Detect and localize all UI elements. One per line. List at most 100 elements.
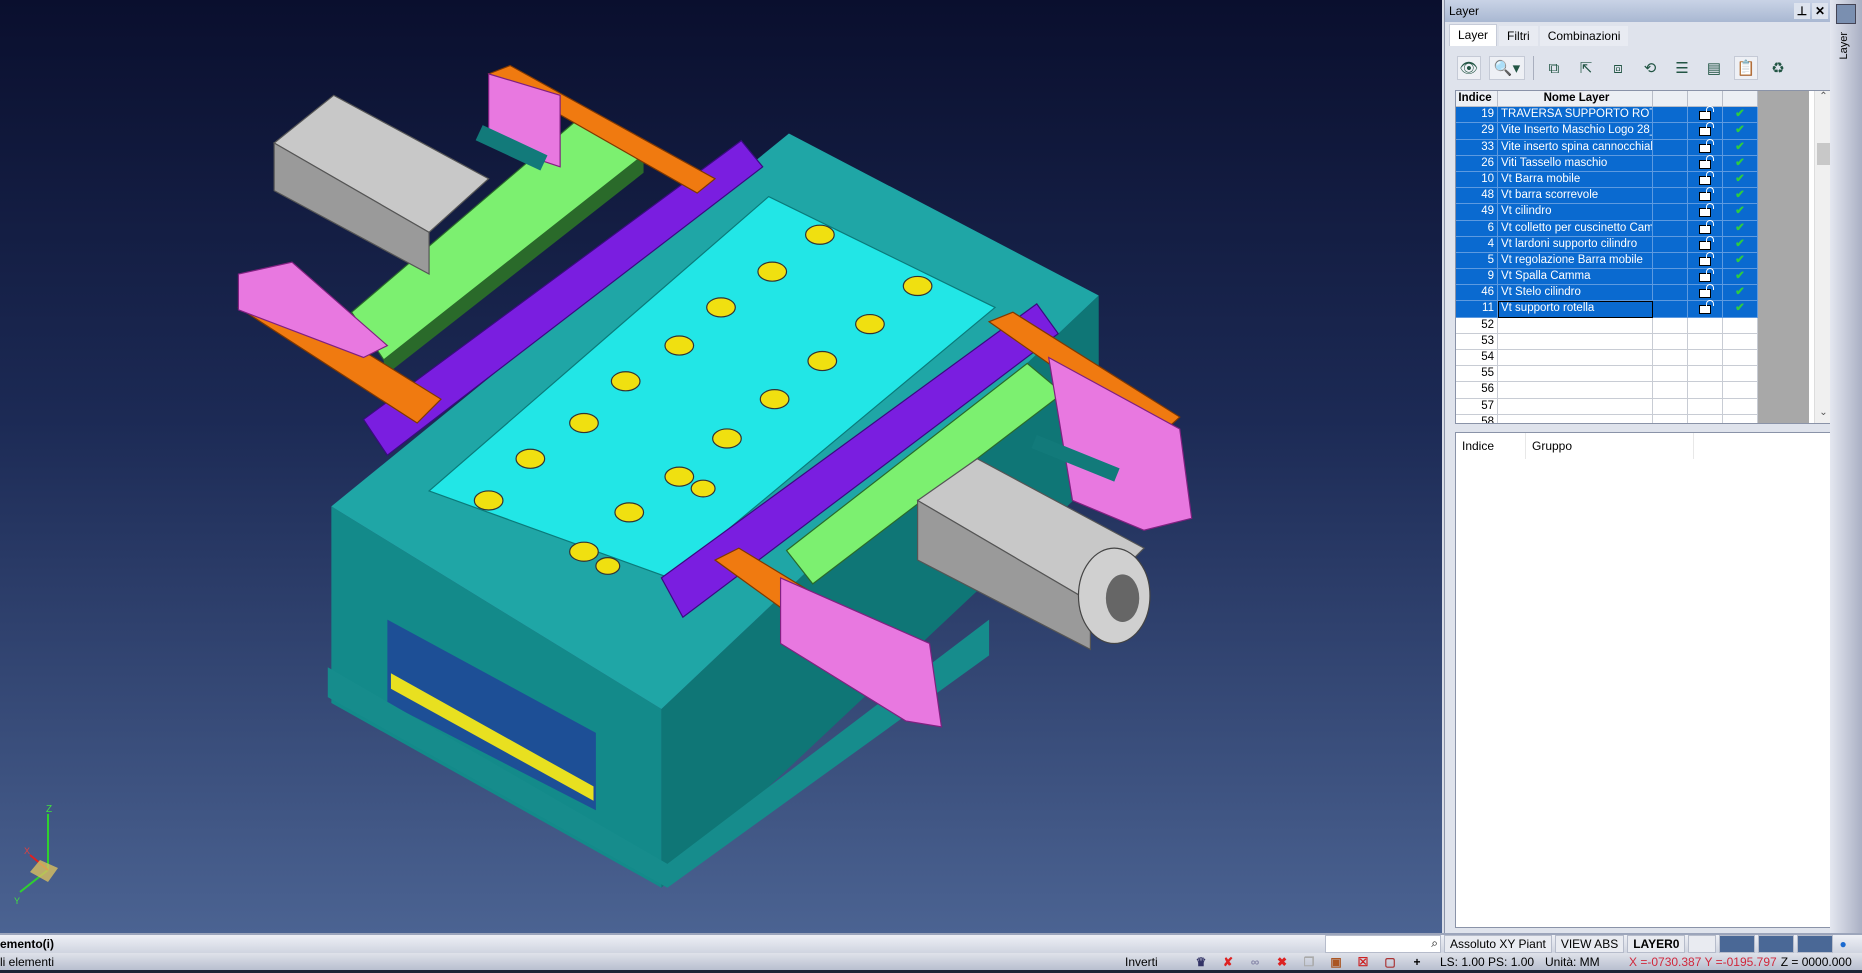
table-row[interactable]: 10 Vt Barra mobile ✔	[1456, 170, 1832, 189]
groups-header-gruppo[interactable]: Gruppo	[1526, 433, 1694, 459]
select-layer-icon[interactable]: ⧉	[1542, 56, 1566, 80]
layer-index[interactable]: 9	[1456, 269, 1498, 286]
unlock-icon[interactable]	[1699, 284, 1714, 299]
visible-check-icon[interactable]: ✔	[1735, 173, 1745, 185]
layer-col3[interactable]	[1653, 414, 1688, 423]
crown-select-icon[interactable]: ♛	[1190, 955, 1212, 969]
copy-icon[interactable]: ❐	[1298, 955, 1320, 969]
layer-col3[interactable]	[1653, 333, 1688, 350]
table-row[interactable]: 19 TRAVERSA SUPPORTO ROT ✔	[1456, 106, 1832, 124]
layer-index[interactable]: 10	[1456, 171, 1498, 189]
layer-col3[interactable]	[1653, 155, 1688, 172]
eye-icon[interactable]: 👁	[1457, 56, 1481, 80]
layer-visible[interactable]	[1723, 333, 1758, 350]
table-row[interactable]: 26 Viti Tassello maschio ✔	[1456, 154, 1832, 172]
layer-col3[interactable]	[1653, 350, 1688, 367]
layer-lock[interactable]	[1688, 333, 1723, 350]
tab-combinazioni[interactable]: Combinazioni	[1539, 26, 1629, 46]
layer-col3[interactable]	[1653, 220, 1688, 237]
unlock-icon[interactable]	[1699, 106, 1714, 121]
remove-box-icon[interactable]: ☒	[1352, 955, 1374, 969]
layer-col3[interactable]	[1653, 269, 1688, 286]
layer-lock[interactable]	[1688, 122, 1723, 140]
layer-name[interactable]	[1498, 382, 1653, 399]
unlock-icon[interactable]	[1699, 268, 1714, 283]
status-color-box-1[interactable]	[1719, 935, 1756, 953]
layer-name[interactable]: Vt Spalla Camma	[1498, 269, 1653, 286]
layer-name[interactable]: Vt cilindro	[1498, 204, 1653, 221]
table-row[interactable]: 53	[1456, 333, 1832, 350]
layer-lock[interactable]	[1688, 414, 1723, 423]
layer-name[interactable]: Vt barra scorrevole	[1498, 188, 1653, 205]
recycle-icon[interactable]: ♻	[1766, 56, 1790, 80]
layer-lock[interactable]	[1688, 235, 1723, 253]
layer-lock[interactable]	[1688, 366, 1723, 383]
layer-lock[interactable]	[1688, 300, 1723, 318]
layer-lock[interactable]	[1688, 350, 1723, 367]
visible-check-icon[interactable]: ✔	[1735, 205, 1745, 217]
table-row[interactable]: 11 Vt supporto rotella ✔	[1456, 300, 1832, 318]
layer-visible[interactable]: ✔	[1723, 171, 1758, 189]
visible-check-icon[interactable]: ✔	[1735, 108, 1745, 120]
scroll-thumb[interactable]	[1817, 143, 1830, 165]
visible-check-icon[interactable]: ✔	[1735, 254, 1745, 266]
layer-col3[interactable]	[1653, 188, 1688, 205]
header-visible[interactable]	[1723, 91, 1758, 108]
layer-index[interactable]: 11	[1456, 301, 1498, 318]
layer-index[interactable]: 54	[1456, 350, 1498, 367]
layer-index[interactable]: 48	[1456, 188, 1498, 205]
table-row[interactable]: 58	[1456, 414, 1832, 423]
header-lock[interactable]	[1688, 91, 1723, 108]
layer-visible[interactable]	[1723, 398, 1758, 415]
layer-name[interactable]: Vt supporto rotella	[1498, 301, 1653, 318]
layer-name[interactable]	[1498, 366, 1653, 383]
layer-visible[interactable]: ✔	[1723, 155, 1758, 172]
layer-name[interactable]: Vt Barra mobile	[1498, 171, 1653, 189]
table-row[interactable]: 6 Vt colletto per cuscinetto Camm ✔	[1456, 219, 1832, 237]
plus-icon[interactable]: +	[1406, 955, 1428, 969]
current-layer-button[interactable]: LAYER0	[1627, 935, 1686, 953]
status-color-box-3[interactable]	[1797, 935, 1834, 953]
layer-lock[interactable]	[1688, 251, 1723, 270]
unlock-icon[interactable]	[1699, 300, 1714, 315]
table-row[interactable]: 55	[1456, 366, 1832, 383]
table-row[interactable]: 29 Vite Inserto Maschio Logo 28_4 ✔	[1456, 122, 1832, 140]
layer-list-icon[interactable]: ☰	[1670, 56, 1694, 80]
layer-lock[interactable]	[1688, 219, 1723, 237]
layer-name[interactable]: TRAVERSA SUPPORTO ROT	[1498, 107, 1653, 124]
globe-icon[interactable]: ●	[1839, 937, 1846, 951]
layer-index[interactable]: 6	[1456, 220, 1498, 237]
layer-visible[interactable]	[1723, 350, 1758, 367]
table-row[interactable]: 5 Vt regolazione Barra mobile ✔	[1456, 251, 1832, 270]
select-cursor-eye-icon[interactable]: ⇱	[1574, 56, 1598, 80]
layer-name[interactable]	[1498, 317, 1653, 334]
frame-icon[interactable]: ▢	[1379, 955, 1401, 969]
layer-lock[interactable]	[1688, 317, 1723, 334]
visible-check-icon[interactable]: ✔	[1735, 124, 1745, 136]
header-indice[interactable]: Indice	[1456, 91, 1498, 108]
status-color-box-2[interactable]	[1758, 935, 1795, 953]
layer-name[interactable]: Vt lardoni supporto cilindro	[1498, 236, 1653, 253]
unlock-icon[interactable]	[1699, 235, 1714, 250]
layer-visible[interactable]: ✔	[1723, 204, 1758, 221]
layer-name[interactable]	[1498, 333, 1653, 350]
layer-index[interactable]: 19	[1456, 107, 1498, 124]
layer-lock[interactable]	[1688, 203, 1723, 221]
table-row[interactable]: 4 Vt lardoni supporto cilindro ✔	[1456, 235, 1832, 253]
layer-index[interactable]: 55	[1456, 366, 1498, 383]
visible-check-icon[interactable]: ✔	[1735, 270, 1745, 282]
unlock-icon[interactable]	[1699, 203, 1714, 218]
layer-visible[interactable]	[1723, 414, 1758, 423]
unlock-icon[interactable]	[1699, 170, 1714, 185]
unlock-icon[interactable]	[1699, 122, 1714, 137]
layer-name[interactable]	[1498, 398, 1653, 415]
layer-col3[interactable]	[1653, 317, 1688, 334]
layer-col3[interactable]	[1653, 123, 1688, 140]
layer-name[interactable]: Vt colletto per cuscinetto Camm	[1498, 220, 1653, 237]
table-row[interactable]: 33 Vite inserto spina cannocchiale ✔	[1456, 138, 1832, 156]
layer-col3[interactable]	[1653, 139, 1688, 156]
close-icon[interactable]: ✕	[1812, 3, 1828, 19]
search-layer-icon[interactable]: 🔍▾	[1489, 56, 1525, 80]
layer-name[interactable]	[1498, 414, 1653, 423]
layer-col3[interactable]	[1653, 204, 1688, 221]
